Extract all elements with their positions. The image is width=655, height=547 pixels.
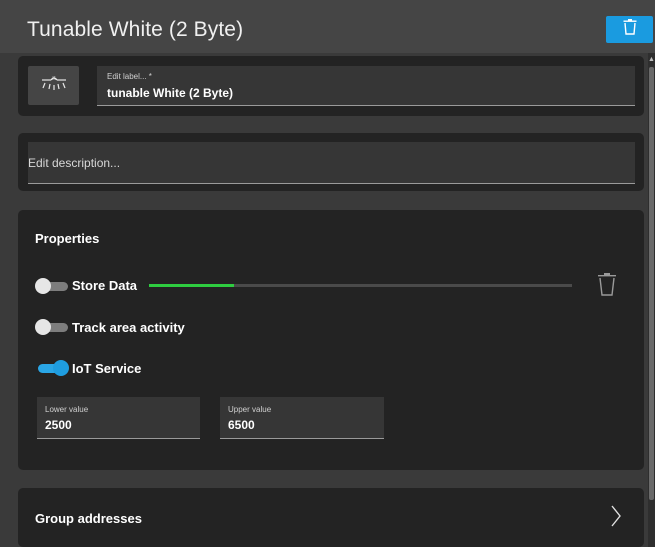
upper-value-field[interactable]: Upper value 6500	[220, 397, 384, 439]
store-data-label: Store Data	[72, 278, 138, 293]
store-data-toggle[interactable]	[35, 277, 71, 295]
scroll-thumb[interactable]	[649, 67, 654, 500]
track-area-activity-toggle[interactable]	[35, 318, 71, 336]
page-title: Tunable White (2 Byte)	[27, 18, 244, 41]
description-panel: Edit description...	[18, 133, 644, 191]
lower-value-field[interactable]: Lower value 2500	[37, 397, 200, 439]
upper-value-caption: Upper value	[228, 405, 272, 414]
description-field[interactable]: Edit description...	[28, 142, 635, 184]
lower-value-caption: Lower value	[45, 405, 89, 414]
upper-value-input: 6500	[228, 418, 255, 432]
track-area-activity-label: Track area activity	[72, 320, 185, 335]
iot-service-toggle[interactable]	[35, 359, 71, 377]
label-field-value: tunable White (2 Byte)	[107, 86, 234, 100]
delete-button[interactable]	[606, 16, 653, 43]
label-panel: K Edit label... * tunable White (2 Byte)	[18, 56, 644, 116]
group-addresses-panel[interactable]: Group addresses	[18, 488, 644, 547]
chevron-right-icon[interactable]	[610, 504, 622, 533]
scroll-up-icon[interactable]: ▲	[648, 56, 655, 64]
scrollbar[interactable]: ▲	[648, 53, 655, 547]
store-data-progress	[149, 284, 572, 287]
store-data-delete-icon[interactable]	[596, 273, 618, 302]
label-field[interactable]: Edit label... * tunable White (2 Byte)	[97, 66, 635, 106]
iot-service-label: IoT Service	[72, 361, 142, 376]
header-bar: Tunable White (2 Byte)	[0, 0, 655, 53]
description-placeholder: Edit description...	[28, 156, 121, 170]
store-data-progress-fill	[149, 284, 234, 287]
trash-icon	[623, 19, 637, 40]
lower-value-input: 2500	[45, 418, 72, 432]
tunable-white-light-icon: K	[41, 75, 67, 96]
icon-picker-button[interactable]: K	[28, 66, 79, 105]
label-field-caption: Edit label... *	[107, 72, 152, 81]
properties-panel: Properties Store Data Track area activit…	[18, 210, 644, 470]
properties-title: Properties	[35, 231, 100, 246]
group-addresses-title: Group addresses	[35, 511, 142, 526]
